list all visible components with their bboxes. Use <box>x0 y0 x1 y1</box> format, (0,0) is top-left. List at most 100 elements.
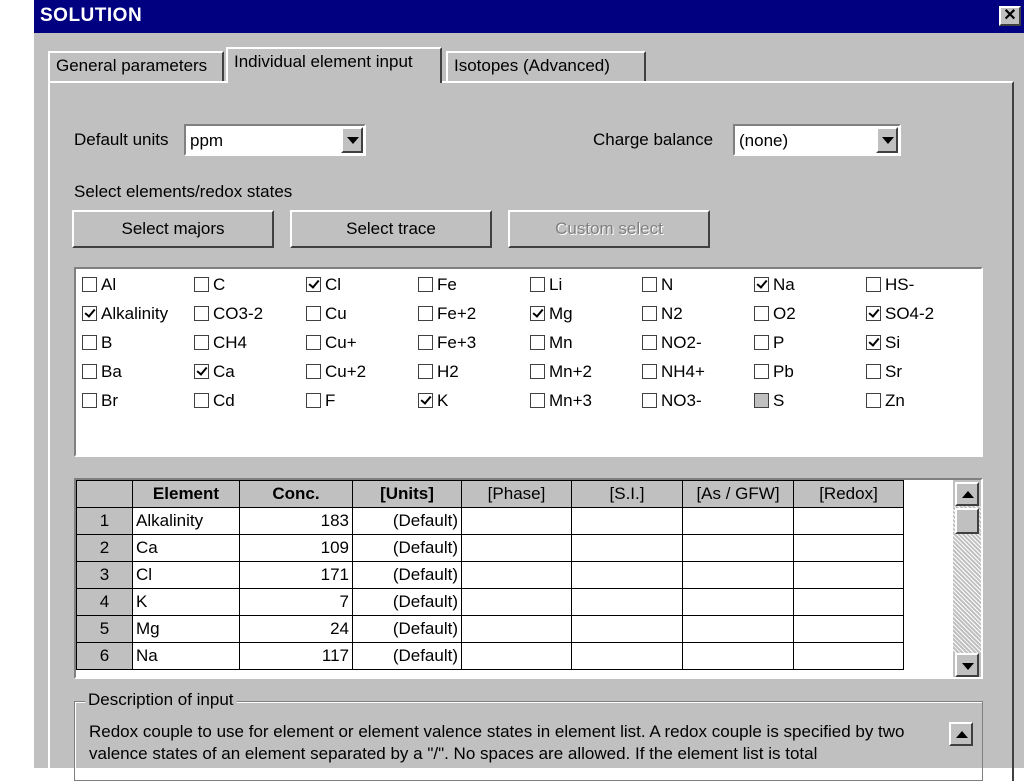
checkbox-checked-icon[interactable] <box>754 277 769 292</box>
redox-cell[interactable] <box>793 507 904 535</box>
checkbox-icon[interactable] <box>530 277 545 292</box>
select-trace-button[interactable]: Select trace <box>290 210 492 248</box>
row-number[interactable]: 3 <box>76 561 133 589</box>
si-cell[interactable] <box>571 588 683 616</box>
units-column-header[interactable]: [Units] <box>352 480 462 508</box>
chevron-down-icon[interactable] <box>876 127 898 153</box>
description-scroll-up-icon[interactable] <box>949 722 973 746</box>
tab-individual-element-input[interactable]: Individual element input <box>226 47 442 83</box>
checkbox-checked-icon[interactable] <box>866 306 881 321</box>
as-gfw-cell[interactable] <box>682 507 794 535</box>
chevron-down-icon[interactable] <box>341 127 363 153</box>
checkbox-checked-icon[interactable] <box>530 306 545 321</box>
charge-balance-select[interactable]: (none) <box>733 124 901 156</box>
redox-cell[interactable] <box>793 615 904 643</box>
checkbox-icon[interactable] <box>530 335 545 350</box>
checkbox-icon[interactable] <box>754 335 769 350</box>
checkbox-icon[interactable] <box>642 393 657 408</box>
phase-cell[interactable] <box>461 615 572 643</box>
title-bar[interactable]: SOLUTION ✕ <box>34 0 1024 33</box>
checkbox-icon[interactable] <box>194 306 209 321</box>
si-cell[interactable] <box>571 642 683 670</box>
checkbox-checked-icon[interactable] <box>194 364 209 379</box>
phase-cell[interactable] <box>461 507 572 535</box>
units-cell[interactable]: (Default) <box>352 507 462 535</box>
checkbox-icon[interactable] <box>194 393 209 408</box>
row-number[interactable]: 6 <box>76 642 133 670</box>
checkbox-icon[interactable] <box>306 306 321 321</box>
si-cell[interactable] <box>571 507 683 535</box>
conc-column-header[interactable]: Conc. <box>239 480 353 508</box>
conc-cell[interactable]: 171 <box>239 561 353 589</box>
as-gfw-cell[interactable] <box>682 534 794 562</box>
checkbox-icon[interactable] <box>866 277 881 292</box>
checkbox-icon[interactable] <box>82 393 97 408</box>
conc-cell[interactable]: 183 <box>239 507 353 535</box>
units-cell[interactable]: (Default) <box>352 534 462 562</box>
redox-cell[interactable] <box>793 534 904 562</box>
phase-cell[interactable] <box>461 588 572 616</box>
checkbox-icon[interactable] <box>866 364 881 379</box>
units-cell[interactable]: (Default) <box>352 588 462 616</box>
as-gfw-cell[interactable] <box>682 615 794 643</box>
checkbox-icon[interactable] <box>642 277 657 292</box>
checkbox-icon[interactable] <box>642 306 657 321</box>
conc-cell[interactable]: 24 <box>239 615 353 643</box>
scroll-up-icon[interactable] <box>955 482 979 506</box>
tab-general-parameters[interactable]: General parameters <box>48 51 224 81</box>
checkbox-icon[interactable] <box>418 364 433 379</box>
checkbox-icon[interactable] <box>530 364 545 379</box>
row-number[interactable]: 4 <box>76 588 133 616</box>
units-cell[interactable]: (Default) <box>352 615 462 643</box>
checkbox-icon[interactable] <box>530 393 545 408</box>
as-gfw-cell[interactable] <box>682 642 794 670</box>
si-cell[interactable] <box>571 561 683 589</box>
as-gfw-cell[interactable] <box>682 588 794 616</box>
redox-column-header[interactable]: [Redox] <box>793 480 904 508</box>
checkbox-icon[interactable] <box>754 393 769 408</box>
checkbox-icon[interactable] <box>418 306 433 321</box>
units-cell[interactable]: (Default) <box>352 561 462 589</box>
select-majors-button[interactable]: Select majors <box>72 210 274 248</box>
as-gfw-column-header[interactable]: [As / GFW] <box>682 480 794 508</box>
element-cell[interactable]: Mg <box>132 615 240 643</box>
scroll-down-icon[interactable] <box>955 653 979 677</box>
row-number[interactable]: 5 <box>76 615 133 643</box>
conc-cell[interactable]: 109 <box>239 534 353 562</box>
checkbox-icon[interactable] <box>418 335 433 350</box>
phase-cell[interactable] <box>461 642 572 670</box>
close-button[interactable]: ✕ <box>999 6 1021 26</box>
tab-isotopes[interactable]: Isotopes (Advanced) <box>446 51 646 81</box>
checkbox-icon[interactable] <box>866 393 881 408</box>
conc-cell[interactable]: 117 <box>239 642 353 670</box>
element-cell[interactable]: K <box>132 588 240 616</box>
default-units-select[interactable]: ppm <box>184 124 366 156</box>
si-column-header[interactable]: [S.I.] <box>571 480 683 508</box>
row-number[interactable]: 1 <box>76 507 133 535</box>
checkbox-icon[interactable] <box>82 364 97 379</box>
checkbox-icon[interactable] <box>194 335 209 350</box>
checkbox-icon[interactable] <box>82 277 97 292</box>
checkbox-icon[interactable] <box>306 393 321 408</box>
phase-cell[interactable] <box>461 534 572 562</box>
element-column-header[interactable]: Element <box>132 480 240 508</box>
element-cell[interactable]: Na <box>132 642 240 670</box>
conc-cell[interactable]: 7 <box>239 588 353 616</box>
checkbox-icon[interactable] <box>82 335 97 350</box>
phase-cell[interactable] <box>461 561 572 589</box>
checkbox-icon[interactable] <box>306 335 321 350</box>
checkbox-icon[interactable] <box>754 306 769 321</box>
checkbox-checked-icon[interactable] <box>866 335 881 350</box>
row-number[interactable]: 2 <box>76 534 133 562</box>
element-cell[interactable]: Ca <box>132 534 240 562</box>
redox-cell[interactable] <box>793 642 904 670</box>
element-cell[interactable]: Cl <box>132 561 240 589</box>
checkbox-icon[interactable] <box>642 335 657 350</box>
checkbox-checked-icon[interactable] <box>82 306 97 321</box>
checkbox-icon[interactable] <box>418 277 433 292</box>
redox-cell[interactable] <box>793 588 904 616</box>
si-cell[interactable] <box>571 534 683 562</box>
phase-column-header[interactable]: [Phase] <box>461 480 572 508</box>
checkbox-icon[interactable] <box>306 364 321 379</box>
custom-select-button[interactable]: Custom select <box>508 210 710 248</box>
